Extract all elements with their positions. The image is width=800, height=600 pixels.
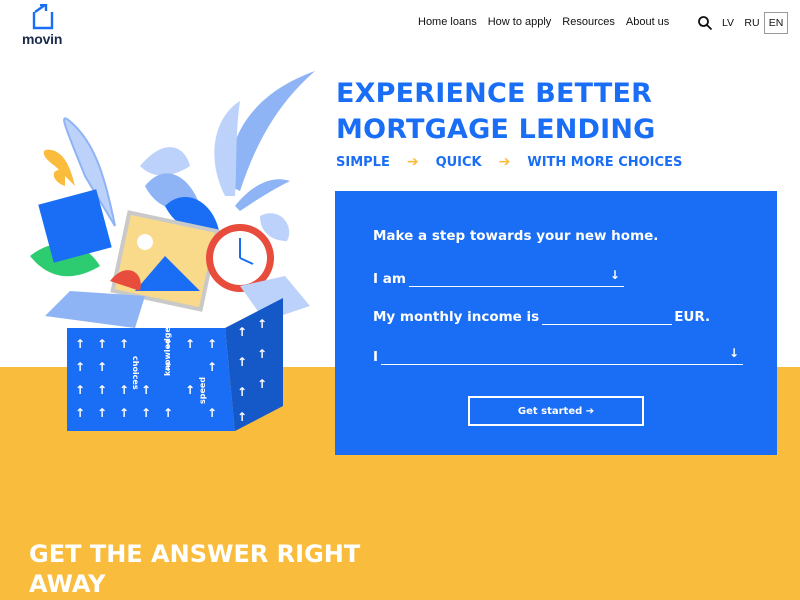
svg-text:↑: ↑ (257, 377, 267, 391)
arrow-down-icon: ↓ (609, 268, 620, 282)
form-title: Make a step towards your new home. (373, 228, 659, 244)
step-simple: SIMPLE (336, 154, 390, 170)
box-word-choices: choices (131, 356, 140, 390)
hero-illustration: ↑ ↑ ↑ ↑ ↑ ↑ ↑ ↑ ↑ ↑ ↑ ↑ ↑ ↑ ↑ ↑ ↑ ↑ ↑ ↑ ↑ ↑ ↑ ↑ ↑ ↑ ↑ ↑ choice… (25, 66, 345, 436)
svg-text:↑: ↑ (119, 383, 129, 397)
hero-headline-line2: MORTGAGE LENDING (336, 114, 656, 145)
step-quick: QUICK (435, 154, 482, 170)
svg-text:↑: ↑ (97, 360, 107, 374)
logo-house-arrow-icon (32, 4, 54, 30)
lang-en[interactable]: EN (764, 12, 788, 34)
svg-text:↑: ↑ (207, 406, 217, 420)
hero-steps: SIMPLE ➔ QUICK ➔ WITH MORE CHOICES (336, 154, 682, 170)
nav-home-loans[interactable]: Home loans (418, 16, 477, 28)
search-button[interactable] (697, 15, 713, 31)
hero-headline: EXPERIENCE BETTER MORTGAGE LENDING (336, 76, 656, 148)
nav-how-to-apply[interactable]: How to apply (488, 16, 552, 28)
svg-text:↑: ↑ (257, 347, 267, 361)
svg-text:↑: ↑ (237, 355, 247, 369)
search-icon (698, 16, 713, 31)
svg-text:↑: ↑ (75, 406, 85, 420)
i-am-select[interactable]: ↓ (408, 268, 624, 287)
svg-text:↑: ↑ (119, 337, 129, 351)
svg-text:↑: ↑ (207, 337, 217, 351)
svg-text:↑: ↑ (207, 360, 217, 374)
svg-text:↑: ↑ (97, 406, 107, 420)
income-currency-label: EUR. (674, 309, 711, 325)
svg-text:↑: ↑ (237, 410, 247, 424)
main-nav: Home loans How to apply Resources About … (418, 16, 669, 28)
svg-text:↑: ↑ (75, 337, 85, 351)
i-label: I (373, 349, 379, 365)
svg-text:↑: ↑ (185, 383, 195, 397)
logo[interactable]: movin (22, 4, 70, 47)
language-switcher: LV RU EN (716, 12, 788, 34)
svg-text:↑: ↑ (237, 385, 247, 399)
svg-text:↑: ↑ (141, 406, 151, 420)
svg-text:↑: ↑ (141, 383, 151, 397)
form-row-income: My monthly income is EUR. (373, 307, 710, 325)
lang-ru[interactable]: RU (740, 12, 764, 34)
hero-headline-line1: EXPERIENCE BETTER (336, 78, 653, 109)
mortgage-form-card: Make a step towards your new home. I am … (335, 191, 777, 455)
i-am-label: I am (373, 271, 406, 287)
svg-text:↑: ↑ (163, 406, 173, 420)
nav-resources[interactable]: Resources (562, 16, 615, 28)
site-header: movin Home loans How to apply Resources … (0, 0, 800, 50)
income-label: My monthly income is (373, 309, 540, 325)
step-arrow-icon: ➔ (498, 154, 511, 170)
box-of-choices-illustration: ↑ ↑ ↑ ↑ ↑ ↑ ↑ ↑ ↑ ↑ ↑ ↑ ↑ ↑ ↑ ↑ ↑ ↑ ↑ ↑ ↑ ↑↑↑↑ ↑↑↑ choice… (30, 71, 315, 431)
svg-text:↑: ↑ (257, 317, 267, 331)
step-more-choices: WITH MORE CHOICES (527, 154, 683, 170)
get-started-button[interactable]: Get started ➔ (468, 396, 644, 426)
section-title-line1: GET THE ANSWER RIGHT (29, 540, 361, 568)
form-row-i: I ↓ (373, 346, 744, 365)
section-title: GET THE ANSWER RIGHT AWAY (29, 539, 360, 599)
step-arrow-icon: ➔ (406, 154, 419, 170)
svg-text:↑: ↑ (97, 383, 107, 397)
goal-select[interactable]: ↓ (381, 346, 744, 365)
svg-text:↑: ↑ (119, 406, 129, 420)
form-row-i-am: I am ↓ (373, 268, 624, 287)
svg-text:↑: ↑ (185, 337, 195, 351)
logo-text: movin (22, 31, 63, 47)
svg-text:↑: ↑ (97, 337, 107, 351)
arrow-down-icon: ↓ (728, 346, 740, 360)
svg-text:↑: ↑ (75, 383, 85, 397)
box-word-speed: speed (198, 377, 207, 404)
svg-text:↑: ↑ (237, 325, 247, 339)
box-word-knowledge: knowledge (163, 326, 172, 376)
income-input[interactable] (542, 307, 673, 325)
section-title-line2: AWAY (29, 570, 106, 598)
lang-lv[interactable]: LV (716, 12, 740, 34)
nav-about-us[interactable]: About us (626, 16, 669, 28)
svg-text:↑: ↑ (75, 360, 85, 374)
